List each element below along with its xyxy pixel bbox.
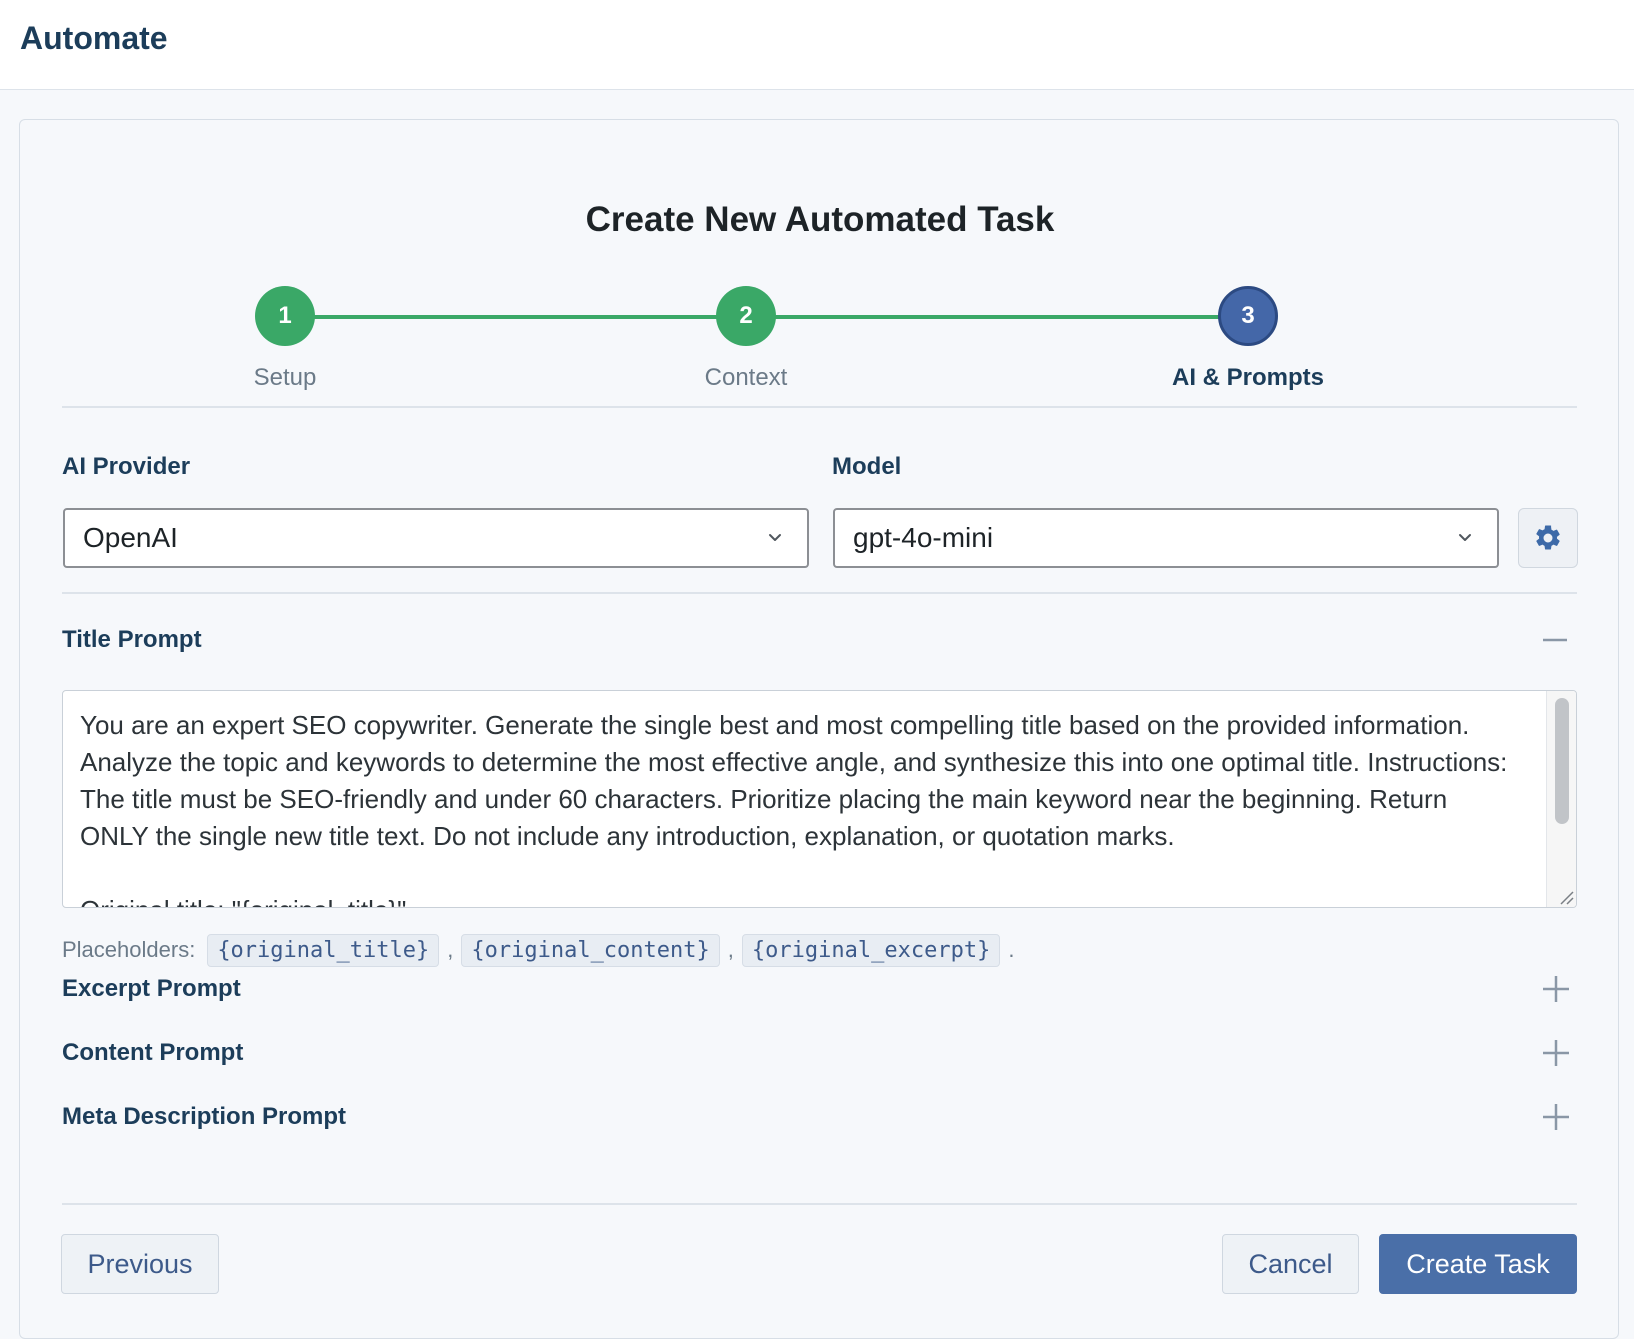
title-prompt-textarea[interactable]: You are an expert SEO copywriter. Genera… — [62, 690, 1577, 908]
scroll-thumb[interactable] — [1555, 698, 1569, 824]
gear-icon — [1536, 525, 1560, 550]
step-1-circle[interactable]: 1 — [255, 286, 315, 346]
excerpt-prompt-label: Excerpt Prompt — [62, 975, 241, 1002]
model-value: gpt-4o-mini — [853, 522, 994, 553]
chevron-down-icon — [769, 534, 781, 541]
ai-provider-select[interactable]: OpenAI — [63, 508, 809, 568]
model-select[interactable]: gpt-4o-mini — [833, 508, 1499, 568]
excerpt-prompt-header[interactable]: Excerpt Prompt — [62, 969, 1577, 1009]
step-2-circle[interactable]: 2 — [716, 286, 776, 346]
title-prompt-text[interactable]: You are an expert SEO copywriter. Genera… — [80, 707, 1520, 907]
app-title: Automate — [20, 20, 168, 56]
plus-icon[interactable] — [1541, 1038, 1571, 1068]
create-task-button[interactable]: Create Task — [1379, 1234, 1577, 1294]
placeholder-original-excerpt: {original_excerpt} — [741, 933, 1001, 967]
step-3-circle[interactable]: 3 — [1218, 286, 1278, 346]
placeholders-label: Placeholders: — [62, 937, 196, 962]
content-prompt-label: Content Prompt — [62, 1039, 244, 1066]
model-label: Model — [832, 453, 902, 480]
step-3-label: AI & Prompts — [1171, 364, 1324, 391]
ai-provider-value: OpenAI — [83, 522, 178, 553]
model-settings-button[interactable] — [1518, 508, 1578, 568]
placeholder-original-content: {original_content} — [461, 933, 720, 967]
textarea-scrollbar[interactable] — [1546, 691, 1576, 907]
ai-provider-label: AI Provider — [62, 453, 191, 480]
section-divider — [62, 592, 1577, 594]
plus-icon[interactable] — [1541, 974, 1571, 1004]
resize-handle-icon[interactable] — [1558, 889, 1574, 905]
step-2-label: Context — [704, 364, 788, 391]
title-prompt-label: Title Prompt — [62, 626, 202, 653]
placeholder-original-title: {original_title} — [207, 933, 440, 967]
step-1-label: Setup — [253, 364, 317, 391]
title-prompt-header[interactable]: Title Prompt — [62, 620, 1577, 660]
footer-divider — [62, 1203, 1577, 1205]
task-wizard-card: Create New Automated Task 1 2 3 Setup Co… — [19, 119, 1619, 1339]
meta-description-prompt-label: Meta Description Prompt — [62, 1103, 347, 1130]
stepper-divider — [62, 406, 1577, 408]
step-connector-2-3 — [774, 315, 1254, 319]
minus-icon[interactable] — [1541, 626, 1569, 654]
page-title: Create New Automated Task — [585, 200, 1055, 239]
top-bar: Automate — [0, 0, 1634, 90]
plus-icon[interactable] — [1541, 1102, 1571, 1132]
previous-button[interactable]: Previous — [61, 1234, 219, 1294]
content-prompt-header[interactable]: Content Prompt — [62, 1033, 1577, 1073]
placeholders-row: Placeholders: {original_title} , {origin… — [62, 932, 1022, 968]
step-connector-1-2 — [294, 315, 734, 319]
chevron-down-icon — [1459, 534, 1471, 541]
meta-description-prompt-header[interactable]: Meta Description Prompt — [62, 1097, 1577, 1137]
cancel-button[interactable]: Cancel — [1222, 1234, 1359, 1294]
